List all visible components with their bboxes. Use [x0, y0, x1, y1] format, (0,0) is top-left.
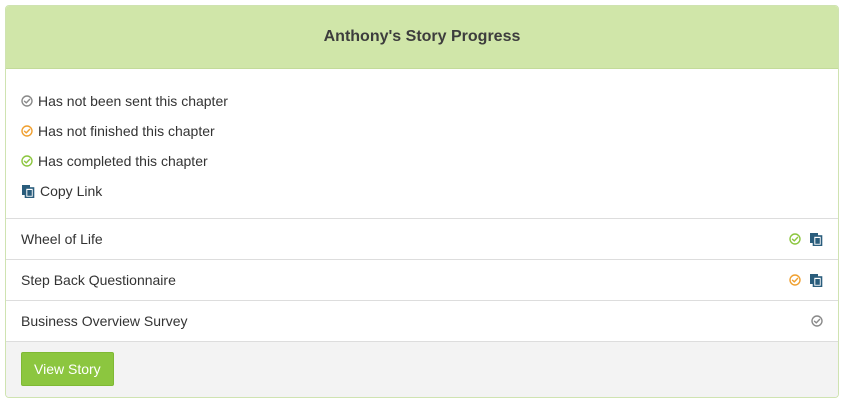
check-circle-icon [789, 233, 801, 245]
check-circle-icon [811, 315, 823, 327]
legend-item-copy-link: Copy Link [21, 176, 823, 206]
panel-header: Anthony's Story Progress [6, 6, 838, 69]
chapter-title: Step Back Questionnaire [21, 272, 176, 288]
status-legend: Has not been sent this chapter Has not f… [6, 69, 838, 219]
legend-label-completed: Has completed this chapter [38, 153, 208, 169]
panel-title: Anthony's Story Progress [323, 28, 521, 45]
legend-label-copy-link: Copy Link [40, 183, 103, 199]
chapter-row: Business Overview Survey [6, 301, 838, 342]
legend-item-completed: Has completed this chapter [21, 146, 823, 176]
legend-label-not-sent: Has not been sent this chapter [38, 93, 228, 109]
copy-icon[interactable] [809, 232, 823, 246]
chapter-row: Step Back Questionnaire [6, 260, 838, 301]
copy-icon[interactable] [809, 273, 823, 287]
chapter-row: Wheel of Life [6, 219, 838, 260]
chapter-title: Wheel of Life [21, 231, 103, 247]
legend-item-not-finished: Has not finished this chapter [21, 116, 823, 146]
check-circle-icon [21, 125, 33, 137]
panel-footer: View Story [6, 342, 838, 397]
legend-item-not-sent: Has not been sent this chapter [21, 86, 823, 116]
story-progress-panel: Anthony's Story Progress Has not been se… [5, 5, 839, 398]
check-circle-icon [21, 155, 33, 167]
view-story-button[interactable]: View Story [21, 352, 114, 386]
chapter-title: Business Overview Survey [21, 313, 188, 329]
check-circle-icon [21, 95, 33, 107]
copy-icon [21, 184, 35, 198]
legend-label-not-finished: Has not finished this chapter [38, 123, 215, 139]
check-circle-icon [789, 274, 801, 286]
